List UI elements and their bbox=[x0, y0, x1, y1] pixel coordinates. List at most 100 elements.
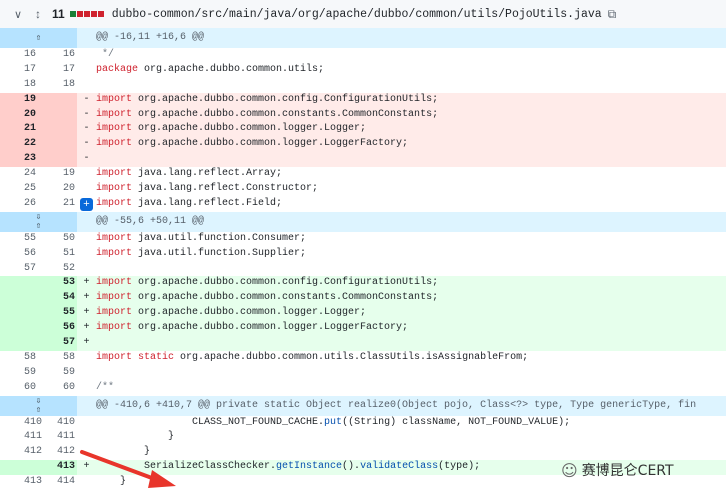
hunk-header: ⇧ @@ -16,11 +16,6 @@ bbox=[0, 28, 726, 48]
added-line: 53 + import org.apache.dubbo.common.config… bbox=[0, 276, 726, 292]
new-line-number[interactable]: 57 bbox=[41, 336, 77, 351]
diff-line: 411 411 } bbox=[0, 430, 726, 445]
old-line-number bbox=[0, 276, 41, 292]
new-line-number[interactable]: 51 bbox=[41, 247, 77, 262]
deleted-line: 20 - import org.apache.dubbo.common.consta… bbox=[0, 107, 726, 123]
diff-line: 58 58 import static org.apache.dubbo.commo… bbox=[0, 351, 726, 366]
watermark: ☺ 赛博昆仑CERT bbox=[561, 460, 674, 480]
new-line-number bbox=[41, 152, 77, 168]
new-line-number[interactable]: 55 bbox=[41, 306, 77, 322]
old-line-number[interactable]: 18 bbox=[0, 78, 41, 93]
hunk-text: @@ -55,6 +50,11 @@ bbox=[96, 215, 205, 227]
code-text: /** bbox=[96, 381, 115, 393]
diffstat-block bbox=[76, 11, 83, 17]
new-line-number[interactable]: 413 bbox=[41, 460, 77, 476]
new-line-number[interactable]: 56 bbox=[41, 321, 77, 337]
code-text: import java.lang.reflect.Array; bbox=[96, 168, 283, 180]
line-number-text: 21 bbox=[62, 197, 75, 209]
new-line-number bbox=[41, 122, 77, 138]
old-line-number[interactable]: 413 bbox=[0, 475, 42, 490]
new-line-number[interactable]: 50 bbox=[41, 232, 77, 247]
old-line-number[interactable]: 21 bbox=[0, 122, 41, 138]
old-line-number[interactable]: 55 bbox=[0, 232, 41, 247]
old-line-number[interactable]: 19 bbox=[0, 92, 41, 108]
new-line-number[interactable]: 17 bbox=[41, 63, 77, 78]
code-text: import java.lang.reflect.Constructor; bbox=[96, 183, 319, 195]
diff-sign: + bbox=[83, 277, 90, 289]
chevron-down-icon[interactable]: ∨ bbox=[12, 8, 24, 21]
diff-sign: + bbox=[83, 307, 90, 319]
code-text: } bbox=[96, 431, 175, 443]
new-line-number[interactable]: 54 bbox=[41, 291, 77, 307]
diffstat-blocks bbox=[69, 11, 104, 17]
diff-line: 24 19 import java.lang.reflect.Array; bbox=[0, 167, 726, 182]
old-line-number[interactable]: 16 bbox=[0, 48, 41, 63]
old-line-number[interactable]: 410 bbox=[0, 416, 42, 431]
code-text: import java.lang.reflect.Field; bbox=[96, 197, 283, 209]
old-line-number[interactable]: 57 bbox=[0, 262, 41, 277]
expand-up-icon[interactable]: ⇧ bbox=[0, 28, 77, 48]
old-line-number[interactable]: 17 bbox=[0, 63, 41, 78]
old-line-number[interactable]: 411 bbox=[0, 430, 42, 445]
old-line-number[interactable]: 25 bbox=[0, 182, 41, 197]
hunk-text: @@ -16,11 +16,6 @@ bbox=[96, 32, 205, 43]
added-line: 57 + bbox=[0, 336, 726, 351]
new-line-number[interactable]: 18 bbox=[41, 78, 77, 93]
old-line-number[interactable]: 22 bbox=[0, 137, 41, 153]
new-line-number[interactable]: 58 bbox=[41, 351, 77, 366]
diff-sign: + bbox=[83, 461, 90, 473]
diff-line: 55 50 import java.util.function.Consumer; bbox=[0, 232, 726, 247]
old-line-number[interactable]: 60 bbox=[0, 381, 41, 396]
diff-sign: - bbox=[83, 123, 90, 135]
old-line-number[interactable]: 59 bbox=[0, 366, 41, 381]
diff-line: 59 59 bbox=[0, 366, 726, 381]
added-line: 55 + import org.apache.dubbo.common.logger… bbox=[0, 306, 726, 322]
deleted-line: 22 - import org.apache.dubbo.common.logger… bbox=[0, 137, 726, 153]
old-line-number bbox=[0, 291, 41, 307]
code-text: import static org.apache.dubbo.common.ut… bbox=[96, 351, 529, 363]
old-line-number[interactable]: 26 bbox=[0, 197, 41, 212]
diffstat-block bbox=[97, 11, 104, 17]
old-line-number[interactable]: 412 bbox=[0, 445, 42, 460]
diff-sign: + bbox=[83, 292, 90, 304]
expand-both-icon[interactable]: ⇩ ⇧ bbox=[0, 395, 77, 416]
old-line-number[interactable]: 56 bbox=[0, 247, 41, 262]
code-text: import java.util.function.Consumer; bbox=[96, 232, 307, 244]
code-text: } bbox=[96, 446, 151, 458]
new-line-number[interactable]: 414 bbox=[41, 475, 77, 490]
new-line-number[interactable]: 412 bbox=[41, 445, 77, 460]
diff-line: 16 16 */ bbox=[0, 48, 726, 63]
diff-line: 56 51 import java.util.function.Supplier; bbox=[0, 247, 726, 262]
old-line-number[interactable]: 20 bbox=[0, 107, 41, 123]
diff-line: 26 21 + import java.lang.reflect.Field; bbox=[0, 197, 726, 212]
diff-sign: - bbox=[83, 108, 90, 120]
old-line-number[interactable]: 58 bbox=[0, 351, 41, 366]
file-path[interactable]: dubbo-common/src/main/java/org/apache/du… bbox=[112, 8, 602, 21]
copy-icon[interactable]: ⧉ bbox=[608, 7, 617, 22]
expand-icon[interactable]: ↕ bbox=[32, 7, 44, 21]
new-line-number[interactable]: 53 bbox=[41, 276, 77, 292]
new-line-number[interactable]: 60 bbox=[41, 381, 77, 396]
code-text: import org.apache.dubbo.common.logger.Lo… bbox=[96, 138, 409, 150]
new-line-number bbox=[41, 107, 77, 123]
new-line-number[interactable]: 20 bbox=[41, 182, 77, 197]
new-line-number[interactable]: 19 bbox=[41, 167, 77, 182]
new-line-number[interactable]: 59 bbox=[41, 366, 77, 381]
new-line-number[interactable]: 52 bbox=[41, 262, 77, 277]
code-text: import org.apache.dubbo.common.logger.Lo… bbox=[96, 123, 367, 135]
expand-both-icon[interactable]: ⇩ ⇧ bbox=[0, 211, 77, 232]
new-line-number[interactable]: 16 bbox=[41, 48, 77, 63]
add-comment-button[interactable]: + bbox=[80, 197, 93, 211]
diffstat-block bbox=[83, 11, 90, 17]
diff-sign: - bbox=[83, 138, 90, 150]
new-line-number[interactable]: 21 + bbox=[41, 197, 93, 212]
new-line-number[interactable]: 411 bbox=[41, 430, 77, 445]
old-line-number[interactable]: 24 bbox=[0, 167, 41, 182]
diff-line: 410 410 CLASS_NOT_FOUND_CACHE.put((String… bbox=[0, 416, 726, 431]
old-line-number[interactable]: 23 bbox=[0, 152, 41, 168]
new-line-number[interactable]: 410 bbox=[41, 416, 77, 431]
diff-sign: + bbox=[83, 337, 90, 349]
